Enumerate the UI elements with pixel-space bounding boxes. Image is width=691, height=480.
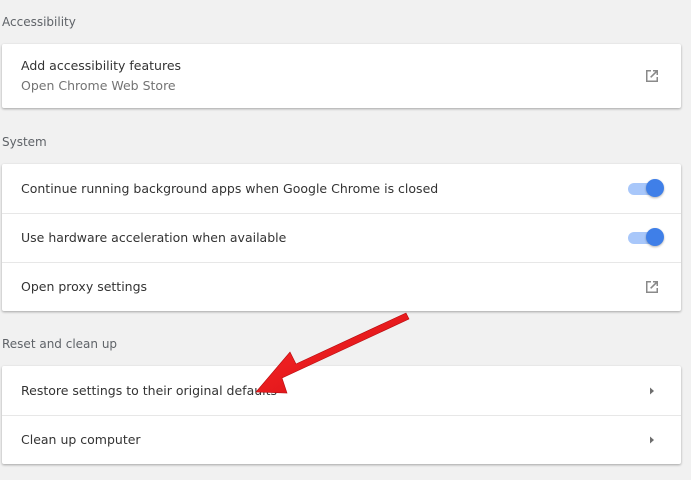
system-card: Continue running background apps when Go… <box>2 164 681 311</box>
add-accessibility-features-label: Add accessibility features <box>21 58 182 73</box>
restore-settings-row[interactable]: Restore settings to their original defau… <box>2 366 681 415</box>
arrow-right-icon[interactable] <box>643 431 661 449</box>
restore-settings-label: Restore settings to their original defau… <box>21 382 278 398</box>
section-title-system: System <box>2 135 47 149</box>
open-proxy-settings-row[interactable]: Open proxy settings <box>2 262 681 311</box>
add-accessibility-features-row[interactable]: Add accessibility features Open Chrome W… <box>2 44 681 108</box>
hardware-acceleration-label: Use hardware acceleration when available <box>21 230 287 245</box>
reset-card: Restore settings to their original defau… <box>2 366 681 464</box>
background-apps-toggle[interactable] <box>628 178 664 197</box>
open-chrome-web-store-label: Open Chrome Web Store <box>21 78 176 93</box>
section-title-accessibility: Accessibility <box>2 15 76 29</box>
arrow-right-icon[interactable] <box>643 382 661 400</box>
hardware-acceleration-row[interactable]: Use hardware acceleration when available <box>2 213 681 262</box>
open-proxy-settings-label: Open proxy settings <box>21 279 148 294</box>
external-link-icon[interactable] <box>643 67 661 85</box>
clean-up-computer-label: Clean up computer <box>21 432 141 447</box>
clean-up-computer-row[interactable]: Clean up computer <box>2 415 681 464</box>
section-title-reset-and-clean-up: Reset and clean up <box>2 337 118 351</box>
external-link-icon[interactable] <box>643 278 661 296</box>
background-apps-row[interactable]: Continue running background apps when Go… <box>2 164 681 213</box>
settings-page: Accessibility Add accessibility features… <box>0 0 691 480</box>
toggle-knob <box>646 178 664 197</box>
accessibility-card: Add accessibility features Open Chrome W… <box>2 44 681 108</box>
background-apps-label: Continue running background apps when Go… <box>21 180 439 196</box>
hardware-acceleration-toggle[interactable] <box>628 228 664 246</box>
toggle-knob <box>646 228 664 246</box>
